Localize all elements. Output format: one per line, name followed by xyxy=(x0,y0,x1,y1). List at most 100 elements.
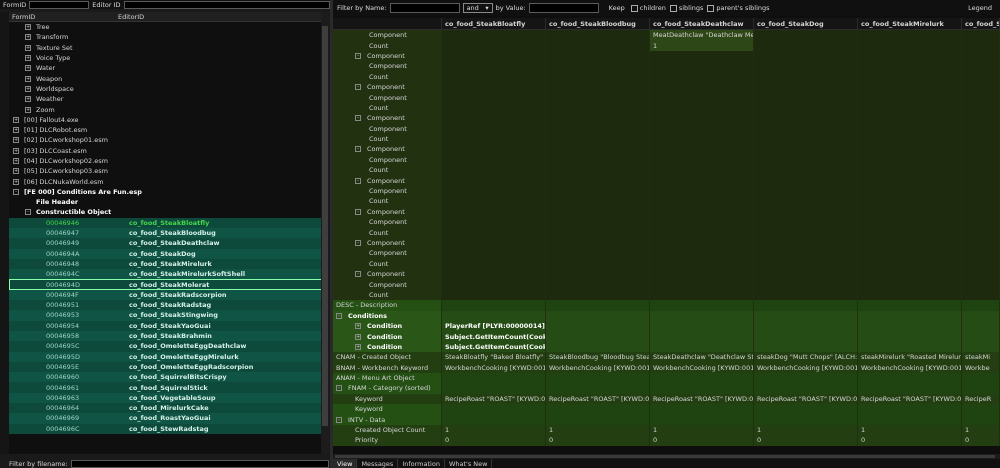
field-value-cell[interactable] xyxy=(442,175,546,186)
field-value-cell[interactable] xyxy=(754,320,858,332)
grid-row[interactable]: Component xyxy=(333,61,1000,72)
tree-item[interactable]: - [FE 000] Conditions Are Fun.esp xyxy=(9,187,329,197)
grid-row[interactable]: Keyword xyxy=(333,404,1000,415)
field-value-cell[interactable]: RecipeRoast "ROAST" [KYWD:00... xyxy=(442,393,546,405)
field-value-cell[interactable] xyxy=(754,248,858,259)
field-value-cell[interactable] xyxy=(858,40,962,51)
field-value-cell[interactable] xyxy=(546,279,650,290)
field-value-cell[interactable]: 0 xyxy=(442,435,546,446)
column-header-2[interactable]: co_food_SteakBloodbug xyxy=(546,18,650,29)
field-value-cell[interactable] xyxy=(858,81,962,93)
field-value-cell[interactable]: 0 xyxy=(754,435,858,446)
collapse-icon[interactable]: - xyxy=(355,208,361,215)
field-value-cell[interactable]: Subject.GetItemCount(Cookin... xyxy=(442,331,546,342)
field-value-cell[interactable]: PlayerRef [PLYR:00000014],Ha... xyxy=(442,320,546,332)
field-value-cell[interactable]: Subject.GetItemCount(Cookin... xyxy=(442,341,546,353)
expand-icon[interactable]: + xyxy=(25,34,31,41)
collapse-icon[interactable]: - xyxy=(355,240,361,246)
record-row[interactable]: 00046947 co_food_SteakBloodbug xyxy=(9,227,329,239)
col-formid[interactable]: FormID xyxy=(9,13,115,21)
field-value-cell[interactable] xyxy=(650,71,754,82)
field-value-cell[interactable] xyxy=(754,310,858,321)
expand-icon[interactable]: + xyxy=(13,178,19,185)
expand-icon[interactable]: + xyxy=(25,85,31,92)
field-value-cell[interactable] xyxy=(858,372,962,384)
grid-scrollbar-thumb[interactable] xyxy=(335,455,995,458)
field-value-cell[interactable] xyxy=(754,175,858,186)
field-value-cell[interactable] xyxy=(650,123,754,134)
record-row[interactable]: 00046951 co_food_SteakRadstag xyxy=(9,300,329,311)
field-value-cell[interactable] xyxy=(754,258,858,269)
tree-item[interactable]: + [02] DLCworkshop01.esm xyxy=(9,135,329,145)
field-value-cell[interactable] xyxy=(650,217,754,228)
field-value-cell[interactable] xyxy=(546,372,650,384)
record-row[interactable]: 00046964 co_food_MirelurkCake xyxy=(9,402,329,414)
field-value-cell[interactable] xyxy=(546,185,650,197)
field-value-cell[interactable] xyxy=(962,248,1000,259)
field-value-cell[interactable] xyxy=(858,123,962,134)
field-value-cell[interactable]: SteakBloodbug "Bloodbug Steak... xyxy=(546,352,650,363)
collapse-icon[interactable]: - xyxy=(336,416,342,423)
grid-row[interactable]: ANAM - Menu Art Object xyxy=(333,372,1000,384)
field-value-cell[interactable] xyxy=(650,113,754,124)
field-value-cell[interactable] xyxy=(546,300,650,311)
field-value-cell[interactable] xyxy=(754,341,858,353)
field-value-cell[interactable] xyxy=(546,102,650,114)
collapse-icon[interactable]: - xyxy=(355,177,361,184)
field-value-cell[interactable] xyxy=(650,289,754,301)
field-value-cell[interactable] xyxy=(546,289,650,301)
field-value-cell[interactable] xyxy=(546,227,650,238)
field-value-cell[interactable] xyxy=(858,113,962,124)
field-value-cell[interactable] xyxy=(962,258,1000,269)
field-value-cell[interactable] xyxy=(754,61,858,72)
field-value-cell[interactable] xyxy=(858,237,962,249)
expand-icon[interactable]: + xyxy=(25,106,31,113)
field-value-cell[interactable] xyxy=(650,372,754,384)
filter-value-input[interactable] xyxy=(528,3,599,13)
grid-row[interactable]: Component xyxy=(333,123,1000,134)
field-value-cell[interactable] xyxy=(754,279,858,290)
field-value-cell[interactable] xyxy=(858,404,962,415)
field-value-cell[interactable] xyxy=(962,372,1000,384)
record-row[interactable]: 00046963 co_food_VegetableSoup xyxy=(9,392,329,403)
field-value-cell[interactable] xyxy=(754,81,858,93)
field-value-cell[interactable] xyxy=(442,113,546,124)
field-value-cell[interactable]: 1 xyxy=(962,424,1000,436)
field-value-cell[interactable] xyxy=(962,237,1000,249)
field-value-cell[interactable] xyxy=(650,102,754,114)
field-value-cell[interactable] xyxy=(858,165,962,176)
field-value-cell[interactable] xyxy=(546,154,650,166)
field-value-cell[interactable] xyxy=(962,227,1000,238)
field-value-cell[interactable] xyxy=(858,217,962,228)
field-value-cell[interactable]: Workbe xyxy=(962,362,1000,373)
field-value-cell[interactable] xyxy=(546,258,650,269)
field-value-cell[interactable] xyxy=(650,206,754,218)
keep-children-checkbox[interactable] xyxy=(630,4,638,12)
field-value-cell[interactable] xyxy=(754,300,858,311)
field-value-cell[interactable] xyxy=(858,300,962,311)
field-value-cell[interactable] xyxy=(650,196,754,207)
field-value-cell[interactable] xyxy=(546,61,650,72)
field-value-cell[interactable] xyxy=(858,331,962,342)
expand-icon[interactable]: + xyxy=(25,75,31,82)
field-value-cell[interactable] xyxy=(650,175,754,186)
record-row[interactable]: 00046961 co_food_SquirrelStick xyxy=(9,382,329,393)
field-value-cell[interactable] xyxy=(754,268,858,280)
record-row[interactable]: 0004695C co_food_OmeletteEggDeathclaw xyxy=(9,341,329,352)
field-value-cell[interactable] xyxy=(546,50,650,62)
field-value-cell[interactable] xyxy=(962,217,1000,228)
grid-row[interactable]: - Component xyxy=(333,113,1000,124)
grid-row[interactable]: - FNAM - Category (sorted) xyxy=(333,383,1000,394)
collapse-icon[interactable]: - xyxy=(336,312,342,319)
field-value-cell[interactable] xyxy=(650,404,754,415)
grid-row[interactable]: Component xyxy=(333,217,1000,228)
field-value-cell[interactable] xyxy=(754,289,858,301)
grid-row[interactable]: Component MeatDeathclaw "Deathclaw Mea... xyxy=(333,30,1000,41)
editorid-filter-input[interactable] xyxy=(123,0,330,9)
grid-row[interactable]: Count xyxy=(333,71,1000,82)
field-value-cell[interactable] xyxy=(858,71,962,82)
column-header-4[interactable]: co_food_SteakDog xyxy=(754,18,858,29)
field-value-cell[interactable] xyxy=(754,144,858,155)
field-value-cell[interactable] xyxy=(754,92,858,103)
grid-row[interactable]: + Condition Subject.GetItemCount(Cookin... xyxy=(333,331,1000,342)
